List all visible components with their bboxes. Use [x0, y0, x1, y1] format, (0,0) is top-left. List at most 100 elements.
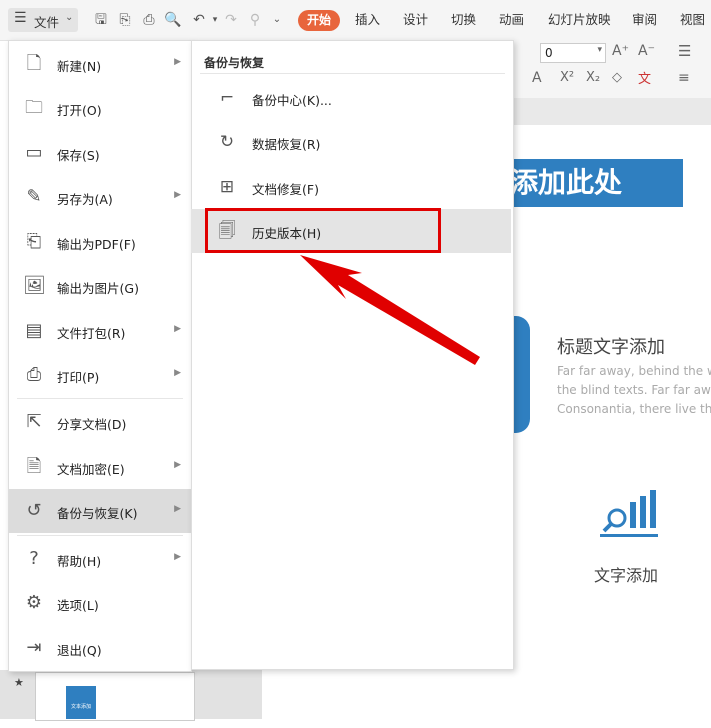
tab-slideshow[interactable]: 幻灯片放映 [548, 12, 611, 28]
menu-item-label: 新建(N) [57, 59, 102, 74]
menu-item-exit[interactable]: ⇥ 退出(Q) [9, 626, 191, 670]
submenu-item-document-repair[interactable]: ⊞ 文档修复(F) [191, 165, 511, 209]
help-icon: ? [29, 548, 39, 569]
slide-caption[interactable]: 文字添加 [594, 562, 658, 586]
font-color-icon[interactable]: A [532, 70, 542, 86]
menu-item-label: 帮助(H) [57, 554, 102, 569]
menu-item-label: 打开(O) [57, 103, 102, 118]
menu-item-save[interactable]: ▭ 保存(S) [9, 131, 191, 175]
backup-center-icon: ⌐ [219, 88, 235, 108]
menu-item-new[interactable]: 🗋 新建(N) ▶ [9, 42, 191, 86]
bullet-list-icon[interactable]: ☰ [678, 42, 691, 60]
menu-item-label: 选项(L) [57, 598, 99, 613]
chevron-right-icon: ▶ [174, 504, 181, 514]
thumbnail-label: 文本添加 [66, 686, 96, 719]
menu-item-print[interactable]: ⎙ 打印(P) ▶ [9, 353, 191, 397]
menu-item-label: 输出为图片(G) [57, 281, 139, 296]
menu-item-help[interactable]: ? 帮助(H) ▶ [9, 537, 191, 581]
file-menu-button[interactable]: ☰ 文件 ⌄ [8, 8, 78, 32]
export-pdf-icon: ⎗ [26, 231, 42, 252]
slide-thumbnail[interactable] [35, 672, 195, 721]
export-image-icon: 🖼 [23, 275, 46, 296]
backup-icon: ↺ [26, 500, 42, 521]
submenu-item-backup-center[interactable]: ⌐ 备份中心(K)... [191, 76, 511, 120]
folder-open-icon: 🗀 [25, 97, 43, 118]
slide-heading[interactable]: 标题文字添加 [557, 333, 665, 359]
preview-icon[interactable]: 🔍 [164, 11, 182, 29]
share-icon: ⇱ [26, 411, 42, 432]
document-repair-icon: ⊞ [219, 177, 235, 197]
file-menu-label: 文件 [34, 15, 60, 30]
top-toolbar: ☰ 文件 ⌄ 🖫 ⎘ ⎙ 🔍 ↶ ▾ ↷ ⚲ ⌄ 开始 插入 设计 切换 动画 … [0, 0, 711, 41]
print-icon[interactable]: ⎙ [140, 11, 158, 29]
chevron-down-icon: ▾ [597, 45, 602, 55]
chevron-right-icon: ▶ [174, 324, 181, 334]
phonetic-icon[interactable]: 文 [638, 68, 651, 87]
slide-body-line: Consonantia, there live the [557, 402, 711, 416]
settings-icon: ⚙ [25, 592, 43, 613]
menu-item-share[interactable]: ⇱ 分享文档(D) [9, 400, 191, 444]
submenu-item-label: 备份中心(K)... [252, 93, 332, 108]
tab-start[interactable]: 开始 [298, 10, 340, 31]
new-file-icon: 🗋 [26, 53, 42, 74]
data-recovery-icon: ↻ [219, 132, 235, 152]
superscript-icon[interactable]: X² [560, 70, 574, 85]
subscript-icon[interactable]: X₂ [586, 70, 600, 85]
chevron-right-icon: ▶ [174, 368, 181, 378]
more-icon[interactable]: ⌄ [268, 11, 286, 29]
eraser-icon[interactable]: ◇ [612, 70, 622, 85]
export-icon[interactable]: ⎘ [116, 11, 134, 29]
menu-item-label: 另存为(A) [57, 192, 113, 207]
menu-item-label: 分享文档(D) [57, 417, 127, 432]
slide-body-line: Far far away, behind the w [557, 364, 711, 378]
submenu-item-data-recovery[interactable]: ↻ 数据恢复(R) [191, 120, 511, 164]
hamburger-icon: ☰ [14, 10, 27, 26]
bar-chart-icon [600, 490, 658, 537]
file-menu: 🗋 新建(N) ▶ 🗀 打开(O) ▭ 保存(S) ✎ 另存为(A) ▶ ⎗ 输… [8, 40, 192, 672]
chevron-down-icon: ⌄ [65, 12, 74, 23]
menu-item-label: 保存(S) [57, 148, 100, 163]
slide-title[interactable]: 添加此处 [510, 159, 683, 207]
menu-item-options[interactable]: ⚙ 选项(L) [9, 581, 191, 625]
font-size-select[interactable]: 0 ▾ [540, 43, 606, 63]
tab-review[interactable]: 审阅 [632, 12, 657, 28]
menu-divider [17, 398, 183, 399]
menu-item-export-pdf[interactable]: ⎗ 输出为PDF(F) [9, 220, 191, 264]
menu-item-label: 文档加密(E) [57, 462, 125, 477]
tab-insert[interactable]: 插入 [355, 12, 380, 28]
format-painter-icon[interactable]: ⚲ [246, 11, 264, 29]
chevron-right-icon: ▶ [174, 57, 181, 67]
menu-item-encrypt[interactable]: 🗎 文档加密(E) ▶ [9, 445, 191, 489]
package-icon: ▤ [25, 320, 43, 341]
submenu-item-label: 数据恢复(R) [252, 137, 321, 152]
redo-icon[interactable]: ↷ [222, 11, 240, 29]
tab-animation[interactable]: 动画 [499, 12, 524, 28]
star-icon: ★ [14, 676, 24, 689]
submenu-divider [200, 73, 505, 74]
menu-item-backup[interactable]: ↺ 备份与恢复(K) ▶ [9, 489, 191, 533]
pointer-arrow-icon [300, 255, 480, 365]
chevron-right-icon: ▶ [174, 552, 181, 562]
menu-item-open[interactable]: 🗀 打开(O) [9, 86, 191, 130]
tab-view[interactable]: 视图 [680, 12, 705, 28]
menu-item-label: 备份与恢复(K) [57, 506, 138, 521]
menu-item-label: 输出为PDF(F) [57, 237, 136, 252]
increase-font-icon[interactable]: A⁺ [612, 43, 629, 59]
tab-transition[interactable]: 切换 [451, 12, 476, 28]
save-icon[interactable]: 🖫 [92, 11, 110, 29]
save-as-icon: ✎ [26, 186, 42, 207]
menu-item-label: 退出(Q) [57, 643, 102, 658]
menu-item-package[interactable]: ▤ 文件打包(R) ▶ [9, 309, 191, 353]
menu-item-save-as[interactable]: ✎ 另存为(A) ▶ [9, 175, 191, 219]
menu-item-export-image[interactable]: 🖼 输出为图片(G) [9, 264, 191, 308]
decrease-font-icon[interactable]: A⁻ [638, 43, 655, 59]
align-icon[interactable]: ≡ [678, 70, 690, 86]
menu-divider [17, 535, 183, 536]
exit-icon: ⇥ [26, 637, 42, 658]
menu-item-label: 文件打包(R) [57, 326, 126, 341]
menu-item-label: 打印(P) [57, 370, 100, 385]
chevron-right-icon: ▶ [174, 460, 181, 470]
ribbon-panel: 0 ▾ A⁺ A⁻ ☰ A X² X₂ ◇ 文 ≡ [512, 40, 711, 99]
submenu-item-label: 文档修复(F) [252, 182, 319, 197]
tab-design[interactable]: 设计 [403, 12, 428, 28]
